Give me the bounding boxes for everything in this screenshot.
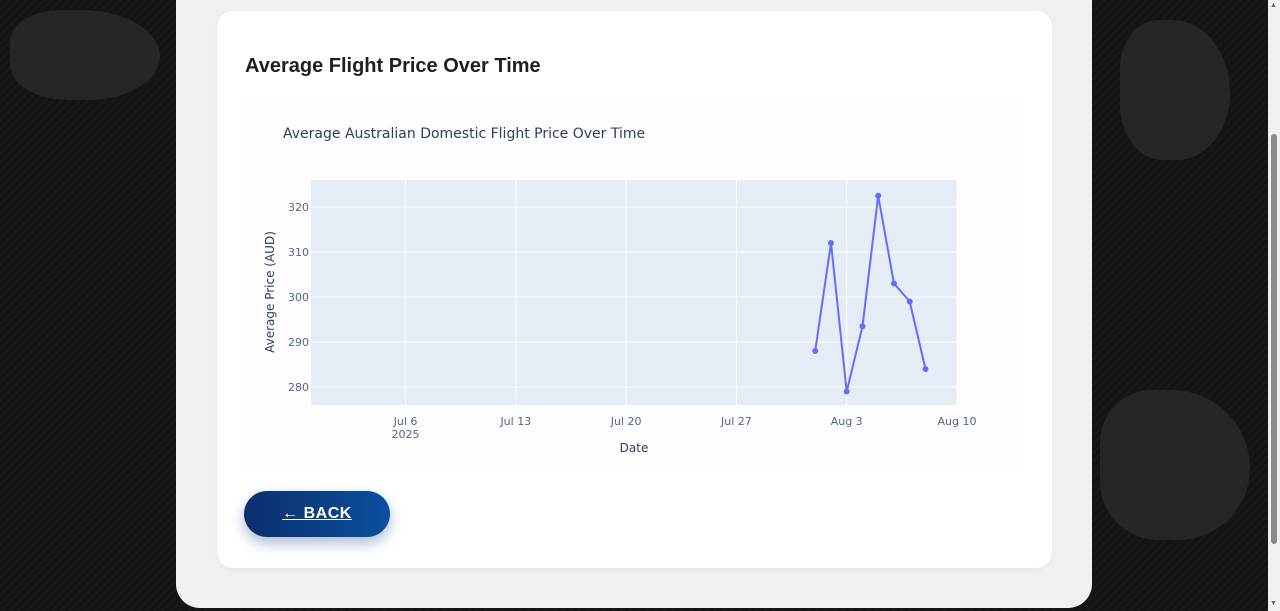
data-point xyxy=(890,280,897,287)
data-point xyxy=(827,240,834,246)
chart-card: Average Flight Price Over Time Average A… xyxy=(217,11,1052,568)
data-point xyxy=(843,388,850,395)
chart-container: Average Australian Domestic Flight Price… xyxy=(243,97,1023,469)
data-point xyxy=(922,366,929,372)
data-point xyxy=(875,192,882,199)
scroll-down-icon[interactable]: ▼ xyxy=(1270,600,1277,608)
map-landmass xyxy=(1120,20,1230,160)
back-button[interactable]: ← BACK xyxy=(244,491,390,537)
line-chart: Average Australian Domestic Flight Price… xyxy=(263,126,977,455)
scrollbar-thumb[interactable] xyxy=(1271,134,1277,544)
y-tick-label: 310 xyxy=(288,246,309,259)
data-point xyxy=(906,298,913,305)
data-point xyxy=(812,348,819,354)
x-tick-label: Jul 20 xyxy=(610,415,642,428)
x-tick-label: Aug 10 xyxy=(938,415,977,428)
y-tick-label: 290 xyxy=(288,336,309,349)
y-tick-label: 300 xyxy=(288,291,309,304)
y-axis-label: Average Price (AUD) xyxy=(263,231,277,353)
x-tick-label: Jul 13 xyxy=(499,415,531,428)
card-title: Average Flight Price Over Time xyxy=(245,55,541,77)
chart-title: Average Australian Domestic Flight Price… xyxy=(283,126,645,142)
map-landmass xyxy=(10,10,160,100)
x-tick-sublabel: 2025 xyxy=(392,428,420,441)
x-axis-label: Date xyxy=(620,441,649,455)
x-tick-label: Aug 3 xyxy=(831,415,863,428)
plot-area xyxy=(311,180,957,405)
scroll-up-icon[interactable]: ▲ xyxy=(1270,2,1277,10)
x-tick-label: Jul 27 xyxy=(720,415,752,428)
scrollbar[interactable]: ▲ ▼ xyxy=(1268,0,1280,611)
y-tick-label: 280 xyxy=(288,381,309,394)
x-tick-label: Jul 6 xyxy=(393,415,418,428)
y-tick-label: 320 xyxy=(288,201,309,214)
data-point xyxy=(859,323,866,330)
map-landmass xyxy=(1100,390,1250,540)
